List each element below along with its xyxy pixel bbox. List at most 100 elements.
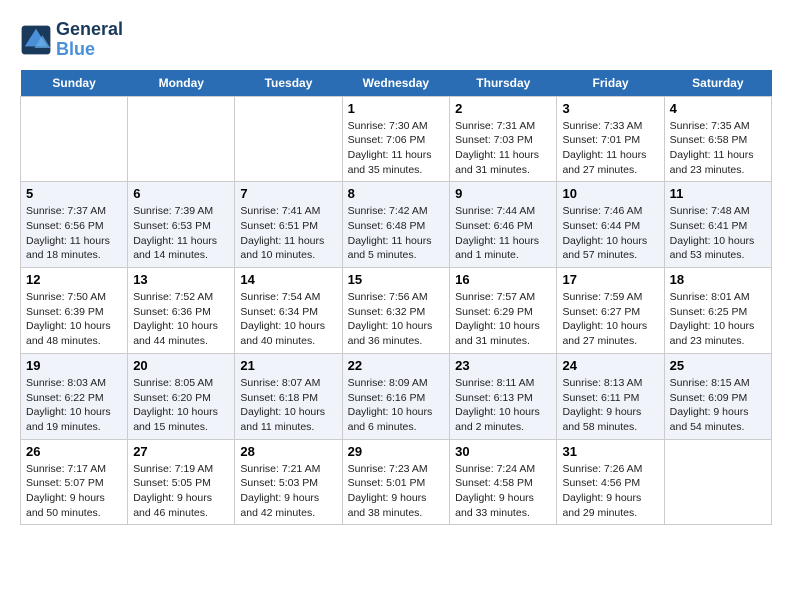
- date-number: 24: [562, 358, 658, 373]
- calendar-cell: 20Sunrise: 8:05 AM Sunset: 6:20 PM Dayli…: [128, 353, 235, 439]
- date-number: 27: [133, 444, 229, 459]
- cell-details: Sunrise: 7:48 AM Sunset: 6:41 PM Dayligh…: [670, 204, 766, 263]
- cell-details: Sunrise: 8:15 AM Sunset: 6:09 PM Dayligh…: [670, 376, 766, 435]
- calendar-cell: 3 Sunrise: 7:33 AM Sunset: 7:01 PM Daylig…: [557, 96, 664, 182]
- date-number: 16: [455, 272, 551, 287]
- cell-details: Sunrise: 7:52 AM Sunset: 6:36 PM Dayligh…: [133, 290, 229, 349]
- calendar-cell: [21, 96, 128, 182]
- date-number: 7: [240, 186, 336, 201]
- date-number: 10: [562, 186, 658, 201]
- calendar-cell: 31 Sunrise: 7:26 AM Sunset: 4:56 PM Dayli…: [557, 439, 664, 525]
- date-number: 25: [670, 358, 766, 373]
- calendar-cell: 11Sunrise: 7:48 AM Sunset: 6:41 PM Dayli…: [664, 182, 771, 268]
- calendar-cell: 6Sunrise: 7:39 AM Sunset: 6:53 PM Daylig…: [128, 182, 235, 268]
- cell-details: Sunrise: 7:33 AM Sunset: 7:01 PM Dayligh…: [562, 119, 658, 178]
- calendar-week-1: 1Sunrise: 7:30 AM Sunset: 7:06 PM Daylig…: [21, 96, 772, 182]
- cell-details: Sunrise: 7:41 AM Sunset: 6:51 PM Dayligh…: [240, 204, 336, 263]
- calendar-cell: 25 Sunrise: 8:15 AM Sunset: 6:09 PM Dayli…: [664, 353, 771, 439]
- date-number: 28: [240, 444, 336, 459]
- cell-details: Sunrise: 7:23 AM Sunset: 5:01 PM Dayligh…: [348, 462, 445, 521]
- calendar-cell: 13 Sunrise: 7:52 AM Sunset: 6:36 PM Dayli…: [128, 268, 235, 354]
- calendar-cell: 15 Sunrise: 7:56 AM Sunset: 6:32 PM Dayli…: [342, 268, 450, 354]
- calendar-cell: 29 Sunrise: 7:23 AM Sunset: 5:01 PM Dayli…: [342, 439, 450, 525]
- cell-details: Sunrise: 7:56 AM Sunset: 6:32 PM Dayligh…: [348, 290, 445, 349]
- calendar-cell: 2 Sunrise: 7:31 AM Sunset: 7:03 PM Daylig…: [450, 96, 557, 182]
- day-header-friday: Friday: [557, 70, 664, 97]
- calendar-week-5: 26 Sunrise: 7:17 AM Sunset: 5:07 PM Dayli…: [21, 439, 772, 525]
- calendar-table: SundayMondayTuesdayWednesdayThursdayFrid…: [20, 70, 772, 526]
- calendar-cell: 18 Sunrise: 8:01 AM Sunset: 6:25 PM Dayli…: [664, 268, 771, 354]
- date-number: 5: [26, 186, 122, 201]
- calendar-cell: 26 Sunrise: 7:17 AM Sunset: 5:07 PM Dayli…: [21, 439, 128, 525]
- date-number: 30: [455, 444, 551, 459]
- cell-details: Sunrise: 8:01 AM Sunset: 6:25 PM Dayligh…: [670, 290, 766, 349]
- date-number: 8: [348, 186, 445, 201]
- date-number: 21: [240, 358, 336, 373]
- calendar-header-row: SundayMondayTuesdayWednesdayThursdayFrid…: [21, 70, 772, 97]
- date-number: 23: [455, 358, 551, 373]
- cell-details: Sunrise: 8:05 AM Sunset: 6:20 PM Dayligh…: [133, 376, 229, 435]
- calendar-cell: 17 Sunrise: 7:59 AM Sunset: 6:27 PM Dayli…: [557, 268, 664, 354]
- calendar-cell: 19 Sunrise: 8:03 AM Sunset: 6:22 PM Dayli…: [21, 353, 128, 439]
- cell-details: Sunrise: 8:09 AM Sunset: 6:16 PM Dayligh…: [348, 376, 445, 435]
- day-header-monday: Monday: [128, 70, 235, 97]
- date-number: 18: [670, 272, 766, 287]
- calendar-cell: 4 Sunrise: 7:35 AM Sunset: 6:58 PM Daylig…: [664, 96, 771, 182]
- date-number: 31: [562, 444, 658, 459]
- date-number: 4: [670, 101, 766, 116]
- date-number: 17: [562, 272, 658, 287]
- cell-details: Sunrise: 7:59 AM Sunset: 6:27 PM Dayligh…: [562, 290, 658, 349]
- calendar-cell: 8 Sunrise: 7:42 AM Sunset: 6:48 PM Daylig…: [342, 182, 450, 268]
- calendar-cell: [664, 439, 771, 525]
- cell-details: Sunrise: 8:11 AM Sunset: 6:13 PM Dayligh…: [455, 376, 551, 435]
- calendar-body: 1Sunrise: 7:30 AM Sunset: 7:06 PM Daylig…: [21, 96, 772, 525]
- cell-details: Sunrise: 7:50 AM Sunset: 6:39 PM Dayligh…: [26, 290, 122, 349]
- cell-details: Sunrise: 8:07 AM Sunset: 6:18 PM Dayligh…: [240, 376, 336, 435]
- logo-text: General Blue: [56, 20, 123, 60]
- calendar-cell: 22 Sunrise: 8:09 AM Sunset: 6:16 PM Dayli…: [342, 353, 450, 439]
- date-number: 19: [26, 358, 122, 373]
- logo-icon: [20, 24, 52, 56]
- cell-details: Sunrise: 7:35 AM Sunset: 6:58 PM Dayligh…: [670, 119, 766, 178]
- day-header-thursday: Thursday: [450, 70, 557, 97]
- date-number: 15: [348, 272, 445, 287]
- date-number: 29: [348, 444, 445, 459]
- date-number: 22: [348, 358, 445, 373]
- cell-details: Sunrise: 7:19 AM Sunset: 5:05 PM Dayligh…: [133, 462, 229, 521]
- calendar-cell: 28 Sunrise: 7:21 AM Sunset: 5:03 PM Dayli…: [235, 439, 342, 525]
- calendar-cell: 21 Sunrise: 8:07 AM Sunset: 6:18 PM Dayli…: [235, 353, 342, 439]
- calendar-cell: 27 Sunrise: 7:19 AM Sunset: 5:05 PM Dayli…: [128, 439, 235, 525]
- date-number: 2: [455, 101, 551, 116]
- calendar-cell: 12 Sunrise: 7:50 AM Sunset: 6:39 PM Dayli…: [21, 268, 128, 354]
- date-number: 1: [348, 101, 445, 116]
- cell-details: Sunrise: 7:26 AM Sunset: 4:56 PM Dayligh…: [562, 462, 658, 521]
- calendar-cell: [235, 96, 342, 182]
- cell-details: Sunrise: 7:46 AM Sunset: 6:44 PM Dayligh…: [562, 204, 658, 263]
- day-header-saturday: Saturday: [664, 70, 771, 97]
- page-header: General Blue: [20, 20, 772, 60]
- calendar-cell: 7 Sunrise: 7:41 AM Sunset: 6:51 PM Daylig…: [235, 182, 342, 268]
- cell-details: Sunrise: 7:31 AM Sunset: 7:03 PM Dayligh…: [455, 119, 551, 178]
- calendar-cell: 5Sunrise: 7:37 AM Sunset: 6:56 PM Daylig…: [21, 182, 128, 268]
- cell-details: Sunrise: 7:57 AM Sunset: 6:29 PM Dayligh…: [455, 290, 551, 349]
- day-header-wednesday: Wednesday: [342, 70, 450, 97]
- cell-details: Sunrise: 8:03 AM Sunset: 6:22 PM Dayligh…: [26, 376, 122, 435]
- cell-details: Sunrise: 7:54 AM Sunset: 6:34 PM Dayligh…: [240, 290, 336, 349]
- logo: General Blue: [20, 20, 123, 60]
- calendar-cell: 30Sunrise: 7:24 AM Sunset: 4:58 PM Dayli…: [450, 439, 557, 525]
- date-number: 26: [26, 444, 122, 459]
- cell-details: Sunrise: 7:44 AM Sunset: 6:46 PM Dayligh…: [455, 204, 551, 263]
- date-number: 13: [133, 272, 229, 287]
- calendar-cell: 14Sunrise: 7:54 AM Sunset: 6:34 PM Dayli…: [235, 268, 342, 354]
- calendar-cell: 9Sunrise: 7:44 AM Sunset: 6:46 PM Daylig…: [450, 182, 557, 268]
- cell-details: Sunrise: 7:17 AM Sunset: 5:07 PM Dayligh…: [26, 462, 122, 521]
- calendar-week-2: 5Sunrise: 7:37 AM Sunset: 6:56 PM Daylig…: [21, 182, 772, 268]
- cell-details: Sunrise: 8:13 AM Sunset: 6:11 PM Dayligh…: [562, 376, 658, 435]
- date-number: 12: [26, 272, 122, 287]
- cell-details: Sunrise: 7:42 AM Sunset: 6:48 PM Dayligh…: [348, 204, 445, 263]
- cell-details: Sunrise: 7:21 AM Sunset: 5:03 PM Dayligh…: [240, 462, 336, 521]
- date-number: 3: [562, 101, 658, 116]
- date-number: 6: [133, 186, 229, 201]
- calendar-cell: [128, 96, 235, 182]
- calendar-cell: 16 Sunrise: 7:57 AM Sunset: 6:29 PM Dayli…: [450, 268, 557, 354]
